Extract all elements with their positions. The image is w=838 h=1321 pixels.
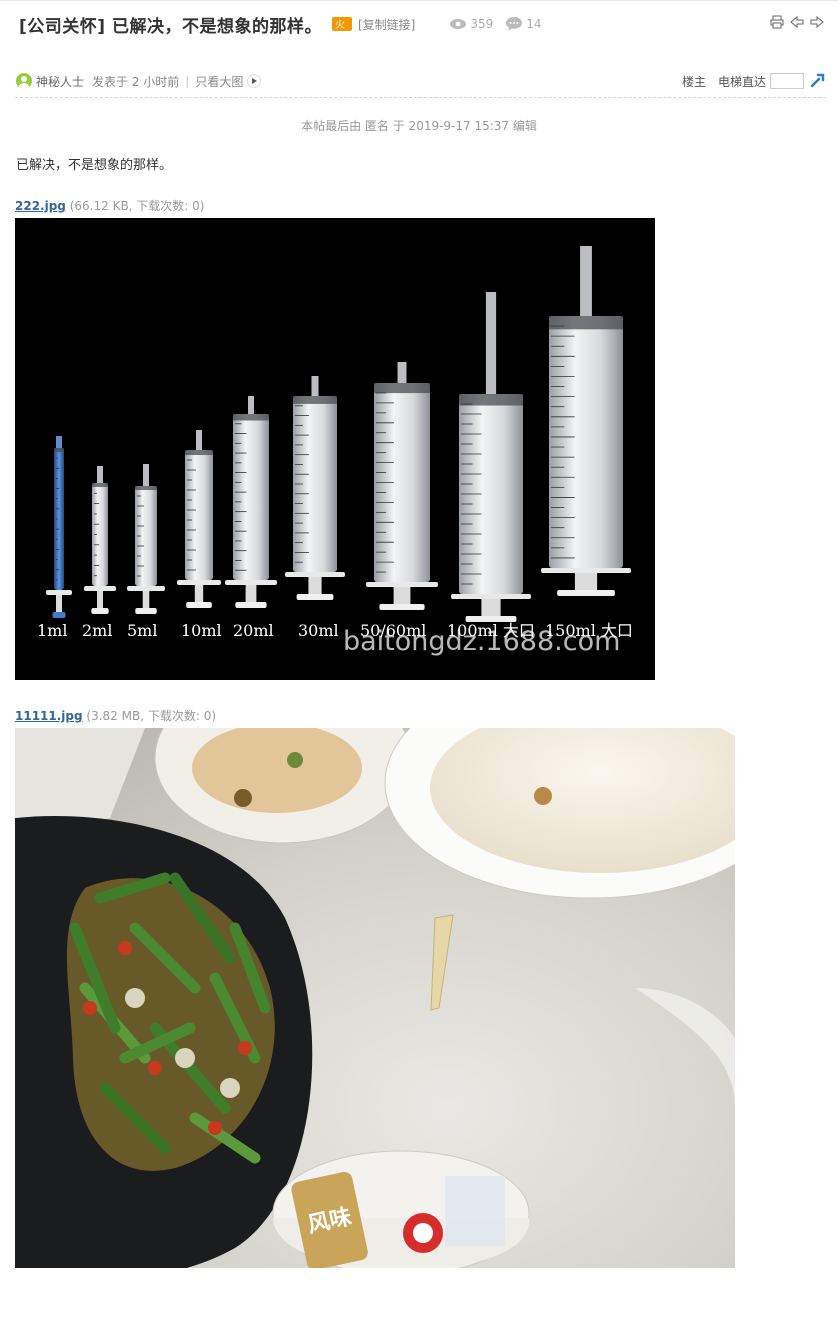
attachment-filename[interactable]: 222.jpg (15, 199, 66, 213)
post-author-bar: 神秘人士 发表于 2 小时前 | 只看大图 楼主 电梯直达 (16, 71, 826, 91)
red-pepper (118, 941, 132, 955)
syringe-size-label: 30ml (298, 621, 339, 640)
copy-link-button[interactable]: [复制链接] (358, 16, 415, 33)
hot-icon: 火 (331, 17, 352, 31)
red-pepper (148, 1061, 162, 1075)
red-pepper (83, 1001, 97, 1015)
author-name[interactable]: 神秘人士 (36, 73, 84, 90)
jump-icon[interactable] (810, 72, 826, 91)
attachment-image-syringes[interactable]: 1ml 2ml 5ml 10ml 20ml 30ml 50/60ml 100ml 大口 150m… (15, 218, 655, 680)
post-body-text: 已解决，不是想象的那样。 (16, 158, 173, 173)
attachment-info: 222.jpg (66.12 KB, 下载次数: 0) (15, 197, 204, 214)
reply-count: 14 (505, 16, 542, 32)
print-icon[interactable] (770, 14, 784, 29)
watermark: baitongdz.1688.com (343, 626, 620, 657)
floor-owner-link[interactable]: 楼主 (682, 73, 706, 90)
attachment-image-meal[interactable]: 风味 (15, 728, 735, 1268)
syringe (84, 466, 116, 614)
syringe (285, 376, 345, 600)
play-icon[interactable] (247, 74, 262, 88)
elevator-label: 电梯直达 (717, 74, 766, 89)
eye-icon (450, 19, 467, 29)
cauliflower (220, 1078, 240, 1098)
syringe (177, 430, 221, 608)
divider (15, 97, 826, 98)
top-border (0, 0, 838, 1)
syringe (225, 396, 277, 608)
next-thread-icon[interactable] (810, 14, 824, 29)
post-time: 发表于 2 小时前 (92, 74, 180, 89)
food-bit (234, 789, 252, 807)
thread-header: [公司关怀] 已解决，不是想象的那样。 火 [复制链接] 359 14 (19, 11, 542, 37)
syringe-size-label: 1ml (37, 621, 67, 640)
attachment-filename[interactable]: 11111.jpg (15, 709, 83, 723)
syringe (366, 362, 438, 610)
cauliflower (125, 988, 145, 1008)
food-bit (287, 752, 303, 768)
floor-number-input[interactable] (770, 73, 804, 89)
syringe (451, 292, 531, 622)
red-pepper (238, 1041, 252, 1055)
red-pepper (208, 1121, 222, 1135)
avatar[interactable] (16, 73, 32, 89)
view-count: 359 (449, 17, 493, 31)
thread-title: [公司关怀] 已解决，不是想象的那样。 (19, 16, 322, 37)
prev-thread-icon[interactable] (790, 14, 804, 29)
only-large-images-link[interactable]: 只看大图 (195, 73, 243, 90)
svg-text:火: 火 (335, 19, 345, 31)
syringe-size-label: 2ml (82, 621, 112, 640)
syringe-size-label: 10ml (181, 621, 222, 640)
syringe (46, 436, 72, 618)
edit-note: 本帖最后由 匿名 于 2019-9-17 15:37 编辑 (301, 119, 537, 133)
cup-label-text-area (445, 1176, 505, 1246)
syringe-size-label: 20ml (233, 621, 274, 640)
syringe (541, 246, 631, 596)
thread-tools (770, 14, 824, 29)
food-bit (534, 787, 552, 805)
syringe (127, 464, 165, 614)
attachment-meta: (66.12 KB, 下载次数: 0) (65, 199, 205, 213)
view-count-value: 359 (470, 17, 494, 31)
attachment-meta: (3.82 MB, 下载次数: 0) (82, 709, 217, 723)
comment-icon (506, 17, 523, 31)
cauliflower (175, 1048, 195, 1068)
cup-logo-center (413, 1223, 433, 1243)
attachment-info: 11111.jpg (3.82 MB, 下载次数: 0) (15, 707, 216, 724)
syringe-size-label: 5ml (127, 621, 157, 640)
floor-tools: 楼主 电梯直达 (682, 72, 826, 91)
reply-count-value: 14 (526, 17, 542, 31)
divider: | (185, 74, 190, 88)
